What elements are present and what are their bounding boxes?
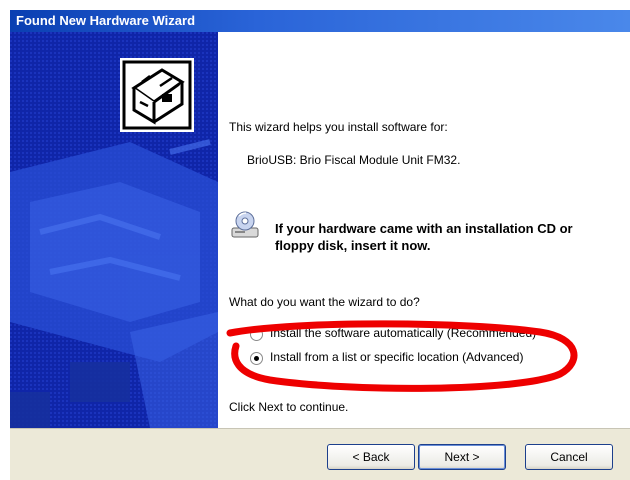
question-text: What do you want the wizard to do? (229, 295, 420, 309)
radio-automatic[interactable] (250, 328, 263, 341)
next-button[interactable]: Next > (418, 444, 506, 470)
wizard-window: Found New Hardware Wizard This wizard he… (0, 0, 630, 480)
option-advanced-label: Install from a list or specific location… (270, 350, 524, 364)
cd-prompt: If your hardware came with an installati… (275, 221, 573, 253)
device-name: BrioUSB: Brio Fiscal Module Unit FM32. (247, 153, 461, 167)
footer-hint: Click Next to continue. (229, 400, 349, 414)
title-bar[interactable]: Found New Hardware Wizard (10, 10, 630, 32)
back-button[interactable]: < Back (327, 444, 415, 470)
window-title: Found New Hardware Wizard (16, 13, 196, 28)
button-bar: < Back Next > Cancel (10, 428, 630, 480)
cancel-button[interactable]: Cancel (525, 444, 613, 470)
option-automatic[interactable]: Install the software automatically (Reco… (250, 326, 580, 342)
cd-drive-icon (230, 210, 260, 240)
option-automatic-label: Install the software automatically (Reco… (270, 326, 537, 340)
option-advanced[interactable]: Install from a list or specific location… (250, 350, 580, 366)
wizard-content: This wizard helps you install software f… (218, 32, 630, 428)
hardware-wizard-icon (120, 58, 194, 132)
radio-advanced[interactable] (250, 352, 263, 365)
intro-text: This wizard helps you install software f… (229, 120, 448, 134)
radio-selected-dot (254, 356, 259, 361)
